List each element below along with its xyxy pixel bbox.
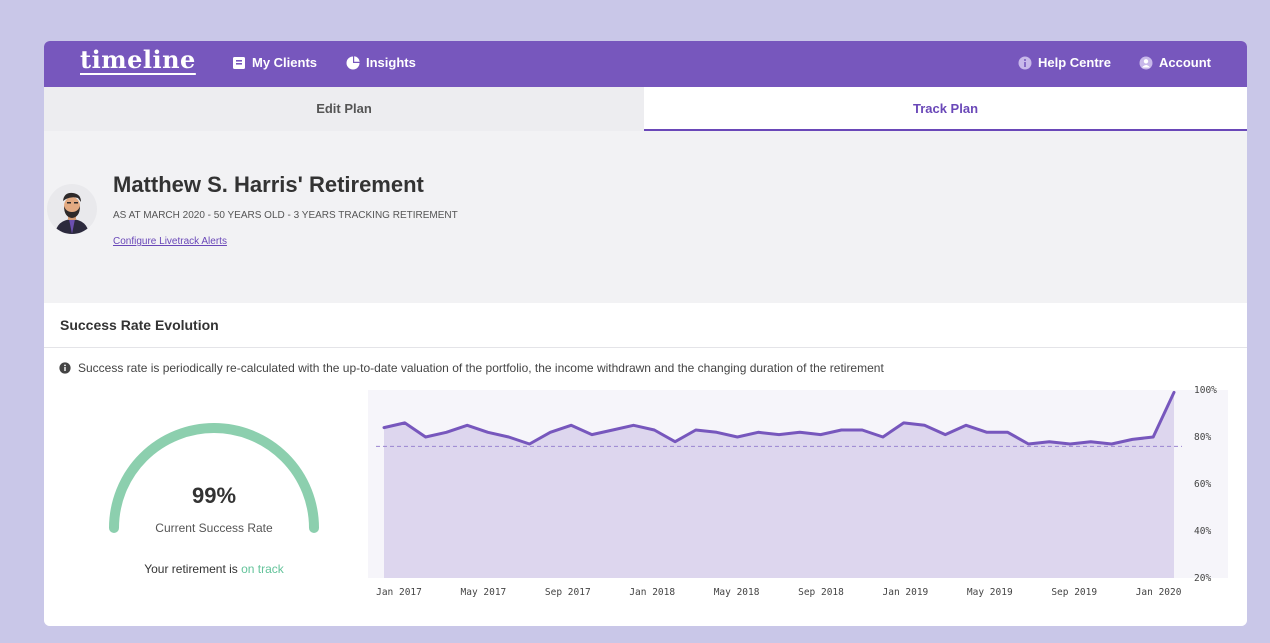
nav-insights-label: Insights xyxy=(366,55,416,70)
app-window: timeline My Clients Insights Help Centre xyxy=(44,41,1247,626)
panel-divider xyxy=(44,347,1247,348)
retirement-status: Your retirement is on track xyxy=(114,562,314,576)
tab-track-plan[interactable]: Track Plan xyxy=(644,87,1247,131)
nav-my-clients[interactable]: My Clients xyxy=(232,55,317,70)
nav-my-clients-label: My Clients xyxy=(252,55,318,70)
client-avatar-illustration xyxy=(55,192,89,234)
panel-title: Success Rate Evolution xyxy=(60,317,219,333)
page-title: Matthew S. Harris' Retirement xyxy=(113,172,424,197)
retirement-status-prefix: Your retirement is xyxy=(144,562,242,576)
info-circle-icon xyxy=(59,362,71,374)
tab-edit-plan[interactable]: Edit Plan xyxy=(44,87,644,131)
nav-insights[interactable]: Insights xyxy=(346,55,416,70)
info-circle-icon xyxy=(1018,56,1032,69)
top-navigation-bar: timeline My Clients Insights Help Centre xyxy=(44,41,1247,87)
nav-help-centre[interactable]: Help Centre xyxy=(1018,55,1111,70)
success-rate-panel: Success Rate Evolution Success rate is p… xyxy=(44,303,1247,626)
retirement-status-on-track: on track xyxy=(241,562,284,576)
client-avatar xyxy=(47,184,97,234)
nav-account[interactable]: Account xyxy=(1139,55,1211,70)
success-rate-label: Current Success Rate xyxy=(155,521,273,535)
configure-livetrack-alerts-link[interactable]: Configure Livetrack Alerts xyxy=(113,236,227,247)
plan-tabs: Edit Plan Track Plan xyxy=(44,87,1247,131)
info-note: Success rate is periodically re-calculat… xyxy=(59,361,884,375)
gauge-arc xyxy=(109,423,319,533)
success-rate-value: 99% xyxy=(191,483,237,508)
clients-book-icon xyxy=(233,56,245,69)
info-note-text: Success rate is periodically re-calculat… xyxy=(78,361,884,375)
brand-logo[interactable]: timeline xyxy=(80,45,196,74)
nav-help-centre-label: Help Centre xyxy=(1038,55,1111,70)
nav-account-label: Account xyxy=(1159,55,1211,70)
pie-chart-icon xyxy=(346,55,360,69)
account-user-icon xyxy=(1139,56,1153,69)
client-subtitle: AS AT MARCH 2020 - 50 YEARS OLD - 3 YEAR… xyxy=(113,210,458,221)
